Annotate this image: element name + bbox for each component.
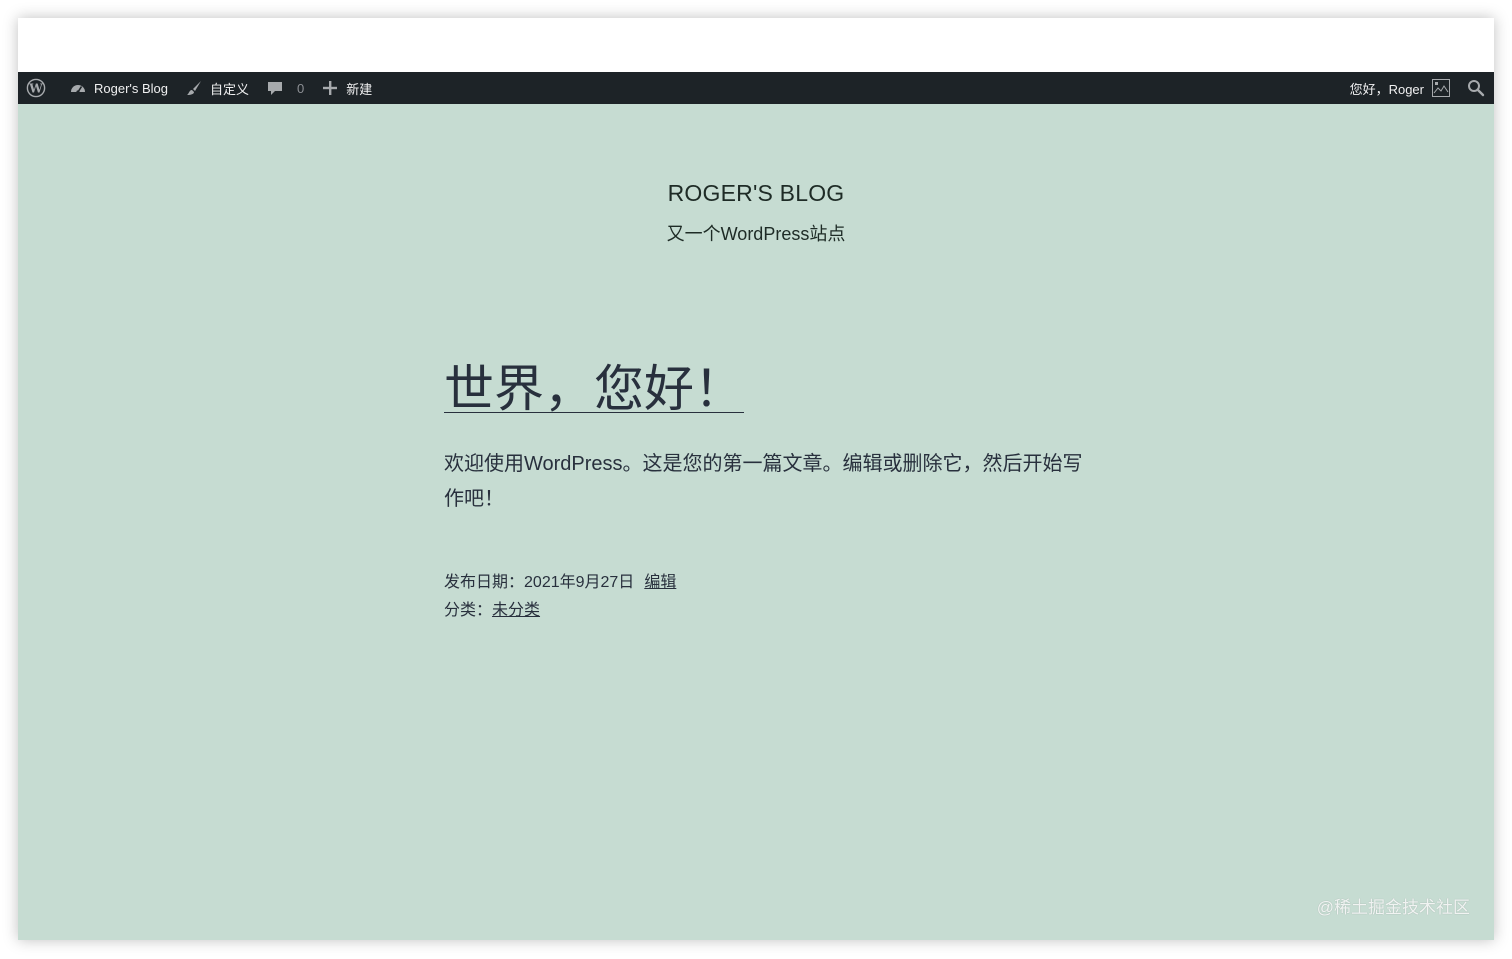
comments-count: 0 — [297, 80, 305, 96]
post-article: 世界，您好！ 欢迎使用WordPress。这是您的第一篇文章。编辑或删除它，然后… — [444, 358, 1084, 625]
browser-top-area — [18, 18, 1494, 72]
wordpress-icon: W — [26, 78, 46, 98]
edit-link[interactable]: 编辑 — [644, 574, 676, 591]
avatar — [1432, 79, 1450, 97]
post-category-row: 分类：未分类 — [444, 597, 1084, 625]
post-content: 欢迎使用WordPress。这是您的第一篇文章。编辑或删除它，然后开始写作吧！ — [444, 452, 1083, 510]
site-description: 又一个WordPress站点 — [666, 224, 846, 244]
search-icon — [1466, 78, 1486, 98]
watermark: @稀土掘金技术社区 — [1316, 898, 1470, 917]
post-date: 2021年9月27日 — [524, 573, 635, 591]
category-link[interactable]: 未分类 — [492, 602, 540, 619]
customize-label: 自定义 — [210, 81, 250, 97]
new-label: 新建 — [346, 81, 373, 97]
category-label: 分类： — [444, 601, 493, 619]
date-label: 发布日期： — [444, 573, 525, 591]
browser-window: W Roger's Blog 自定义 0 新建 您好，Roger ROGER'S… — [18, 18, 1494, 940]
svg-text:W: W — [28, 82, 43, 96]
paintbrush-icon — [184, 78, 204, 98]
comments-button[interactable]: 0 — [257, 72, 312, 104]
post-date-row: 发布日期：2021年9月27日 编辑 — [444, 569, 1084, 597]
dashboard-icon — [68, 78, 88, 98]
wordpress-logo-button[interactable]: W — [18, 72, 60, 104]
admin-bar-left: W Roger's Blog 自定义 0 新建 — [18, 72, 380, 104]
site-title[interactable]: ROGER'S BLOG — [18, 180, 1494, 207]
post-title-link[interactable]: 世界，您好！ — [444, 358, 744, 421]
comment-bubble-icon — [265, 78, 285, 98]
post-meta: 发布日期：2021年9月27日 编辑 分类：未分类 — [444, 569, 1084, 625]
my-account-menu[interactable]: 您好，Roger — [1342, 72, 1458, 104]
search-button[interactable] — [1458, 72, 1494, 104]
admin-bar-right: 您好，Roger — [1342, 72, 1494, 104]
admin-bar: W Roger's Blog 自定义 0 新建 您好，Roger — [18, 72, 1494, 104]
greeting-label: 您好，Roger — [1349, 81, 1424, 97]
site-name-label: Roger's Blog — [94, 80, 169, 96]
plus-icon — [320, 78, 340, 98]
new-content-button[interactable]: 新建 — [312, 72, 380, 104]
site-name-menu[interactable]: Roger's Blog — [60, 72, 176, 104]
customize-button[interactable]: 自定义 — [176, 72, 257, 104]
